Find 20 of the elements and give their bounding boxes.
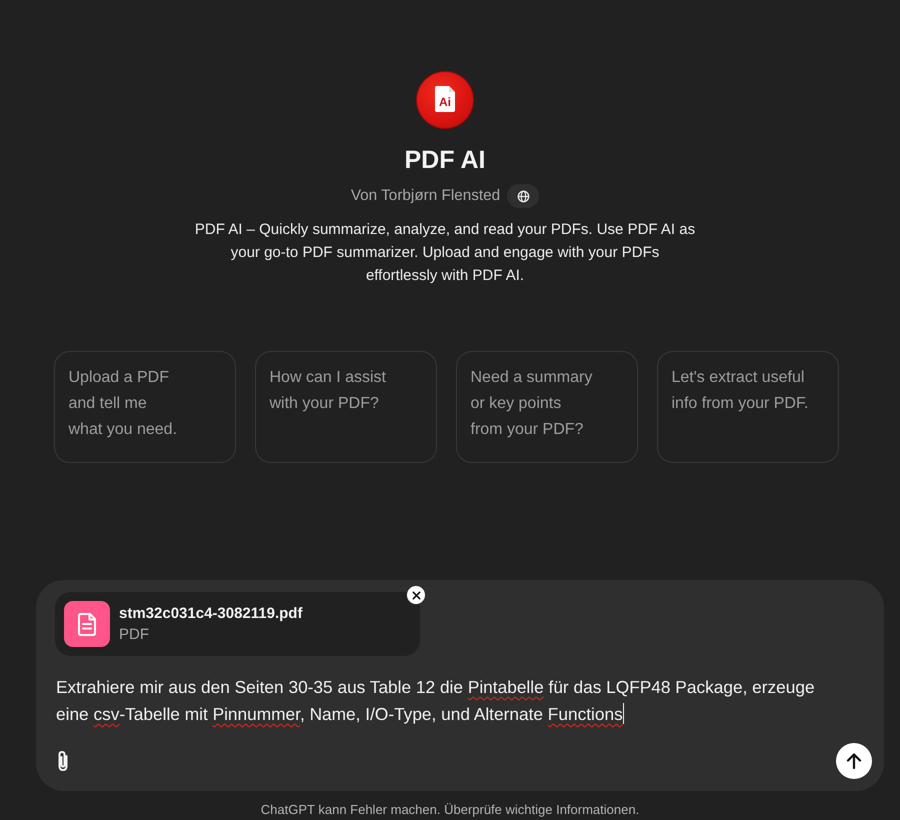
arrow-up-icon (844, 751, 864, 771)
globe-icon (516, 190, 530, 202)
send-button[interactable] (836, 743, 872, 779)
disclaimer-text: ChatGPT kann Fehler machen. Überprüfe wichtige Informationen. (260, 801, 640, 819)
file-type: PDF (119, 625, 149, 645)
document-icon (64, 601, 110, 647)
document-icon (434, 85, 456, 113)
website-button[interactable] (507, 184, 540, 208)
suggestion-card[interactable]: Upload a PDF and tell me what you need. (54, 351, 236, 463)
close-icon (412, 590, 420, 600)
gpt-description: PDF AI – Quickly summarize, analyze, and read your PDFs. Use PDF AI as your go-to PDF summarizer. Upload and engage with your PDFs effortlessly with PDF AI. (194, 220, 696, 286)
suggestion-card[interactable]: How can I assist with your PDF? (254, 351, 436, 463)
file-name: stm32c031c4-3082119.pdf (119, 604, 302, 624)
remove-attachment-button[interactable] (406, 585, 426, 605)
message-input[interactable]: Extrahiere mir aus den Seiten 30-35 aus Table 12 die Pintabelle für das LQFP48 Package, erzeuge eine csv-Tabelle mit Pinnummer, Name, I/O-Type, und Alternate Functions (56, 674, 846, 728)
author-name: Von Torbjørn Flensted (350, 186, 500, 206)
app-title: PDF AI (404, 145, 486, 175)
suggestion-card[interactable]: Need a summary or key points from your PDF? (456, 351, 638, 463)
logo-text: Ai (439, 96, 451, 108)
suggestion-card[interactable]: Let's extract useful info from your PDF. (656, 351, 838, 463)
